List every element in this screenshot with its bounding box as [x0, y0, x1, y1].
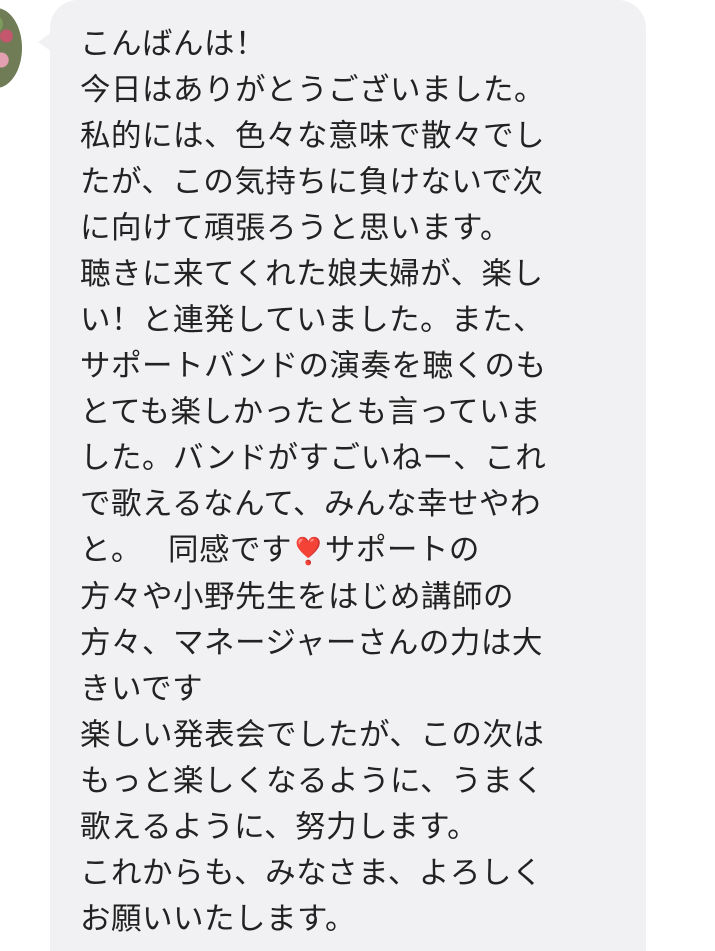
message-line: もっと楽しくなるように、うまく [80, 764, 545, 799]
message-line: い！と連発していました。また、 [80, 303, 545, 338]
message-fragment: と。 同感です [80, 533, 292, 568]
message-line: お願いいたします。 [80, 902, 356, 937]
message-line: こんばんは！ [80, 27, 266, 62]
message-line: に向けて頑張ろうと思います。 [80, 211, 511, 246]
message-line: 方々、マネージャーさんの力は大 [80, 626, 543, 661]
message-line: 今日はありがとうございました。 [80, 73, 545, 108]
message-line: 歌えるように、努力します。 [80, 810, 479, 845]
message-line: した。バンドがすごいねー、これ [80, 441, 547, 476]
contact-avatar[interactable] [0, 8, 22, 88]
message-line: これからも、みなさま、よろしく [80, 856, 543, 891]
message-line-with-emoji: と。 同感です❣️サポートの [80, 528, 620, 575]
heart-exclamation-icon: ❣️ [291, 537, 325, 567]
message-line: で歌えるなんて、みんな幸せやわ [80, 487, 542, 522]
message-line: 聴きに来てくれた娘夫婦が、楽し [80, 257, 544, 292]
chat-screen: こんばんは！ 今日はありがとうございました。 私的には、色々な意味で散々でし た… [0, 0, 715, 951]
message-fragment: サポートの [324, 533, 480, 568]
message-line: 楽しい発表会でしたが、この次は [80, 718, 545, 753]
message-line: 私的には、色々な意味で散々でし [80, 119, 545, 154]
message-line: 方々や小野先生をはじめ講師の [80, 580, 514, 615]
message-line: とても楽しかったとも言っていま [80, 395, 542, 430]
message-line: サポートバンドの演奏を聴くのも [80, 349, 547, 384]
message-line: きいです [80, 672, 204, 707]
message-line: たが、この気持ちに負けないで次 [80, 165, 544, 200]
message-text: こんばんは！ 今日はありがとうございました。 私的には、色々な意味で散々でし た… [80, 22, 620, 943]
